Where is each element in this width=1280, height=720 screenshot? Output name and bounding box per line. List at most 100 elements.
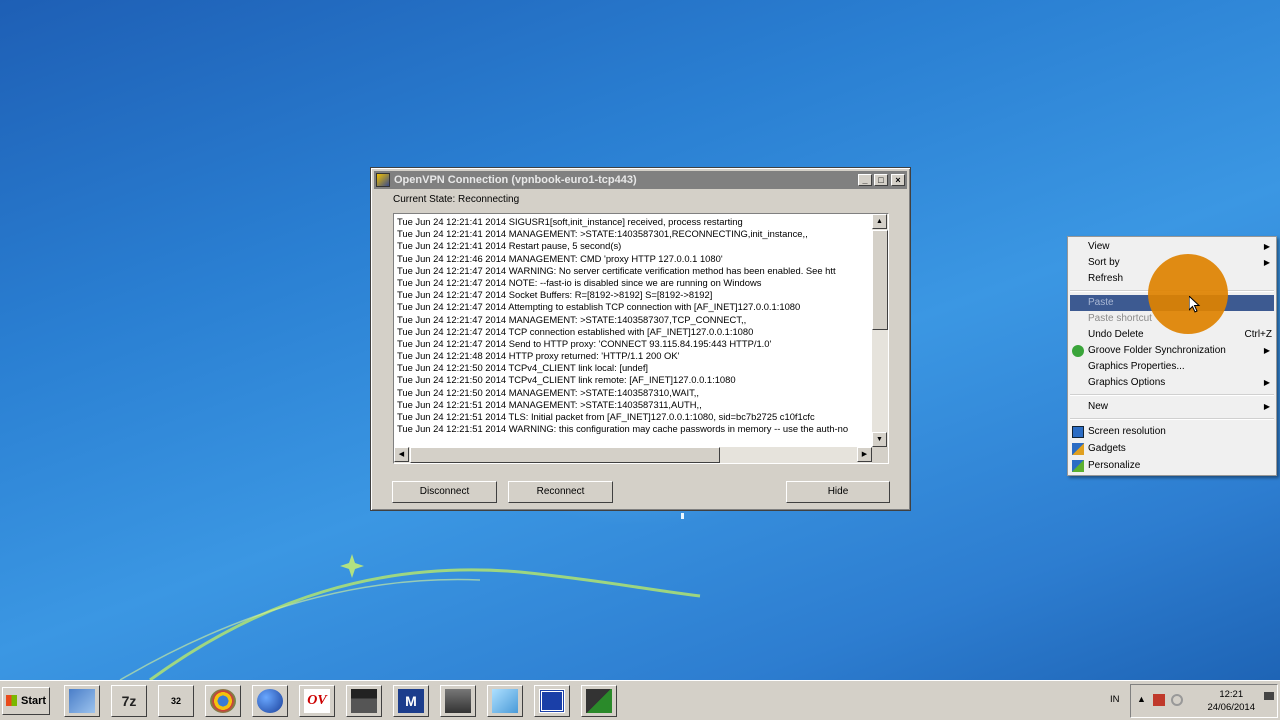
log-line: Tue Jun 24 12:21:50 2014 TCPv4_CLIENT li… [397, 362, 649, 374]
taskbar-button-m-app[interactable]: M [393, 685, 429, 717]
minimize-button[interactable]: _ [858, 174, 872, 186]
scroll-right-button[interactable]: ▶ [857, 447, 872, 462]
taskbar-button-globe[interactable] [252, 685, 288, 717]
taskbar-button-chrome[interactable] [205, 685, 241, 717]
cursor-highlight [1148, 254, 1228, 334]
log-line: Tue Jun 24 12:21:47 2014 NOTE: --fast-io… [397, 276, 762, 288]
log-line: Tue Jun 24 12:21:46 2014 MANAGEMENT: CMD… [397, 252, 723, 264]
horizontal-scrollbar[interactable]: ◀ ▶ [394, 447, 872, 463]
menu-separator [1070, 394, 1274, 396]
window-app-icon [539, 689, 565, 713]
7zip-icon: 7z [116, 689, 142, 713]
scanner-icon [445, 689, 471, 713]
horizontal-scroll-thumb[interactable] [410, 447, 720, 463]
menu-label: Paste [1088, 297, 1114, 308]
tray-sync-icon[interactable] [1171, 694, 1183, 706]
menu-label: Screen resolution [1088, 426, 1166, 437]
window-titlebar[interactable]: OpenVPN Connection (vpnbook-euro1-tcp443… [374, 171, 907, 189]
log-line: Tue Jun 24 12:21:41 2014 SIGUSR1[soft,in… [397, 216, 743, 227]
current-state-label: Current State: Reconnecting [393, 194, 520, 205]
submenu-arrow-icon: ▶ [1263, 402, 1270, 411]
personalize-icon [1072, 460, 1084, 472]
log-line: Tue Jun 24 12:21:47 2014 Socket Buffers:… [397, 289, 713, 301]
scroll-down-button[interactable]: ▼ [872, 432, 887, 447]
reconnect-button[interactable]: Reconnect [508, 481, 613, 503]
menu-item-graphics-properties[interactable]: Graphics Properties... [1070, 359, 1274, 375]
ov-app-icon: OV [304, 689, 330, 713]
log-line: Tue Jun 24 12:21:47 2014 Attempting to e… [397, 301, 801, 313]
groove-icon [1072, 345, 1084, 357]
menu-label: Groove Folder Synchronization [1088, 345, 1226, 356]
hide-button[interactable]: Hide [786, 481, 890, 503]
taskbar-button-network[interactable] [64, 685, 100, 717]
log-lines: Tue Jun 24 12:21:41 2014 SIGUSR1[soft,in… [397, 216, 871, 435]
log-line: Tue Jun 24 12:21:47 2014 TCP connection … [397, 325, 754, 337]
clock-time: 12:21 [1219, 689, 1244, 700]
menu-label: New [1088, 401, 1109, 412]
disconnect-button[interactable]: Disconnect [392, 481, 497, 503]
log-line: Tue Jun 24 12:21:47 2014 MANAGEMENT: >ST… [397, 313, 747, 325]
vertical-scroll-thumb[interactable] [872, 230, 888, 330]
system-tray: ▲ 12:21 24/06/2014 [1130, 684, 1278, 718]
scroll-up-button[interactable]: ▲ [872, 214, 887, 229]
taskbar-button-window-app[interactable] [534, 685, 570, 717]
window-title: OpenVPN Connection (vpnbook-euro1-tcp443… [394, 174, 637, 186]
taskbar-button-network-monitor[interactable] [581, 685, 617, 717]
menu-item-gadgets[interactable]: Gadgets [1070, 441, 1274, 457]
taskbar: Start 7z 32 OV M IN ▲ 12:21 24/06/2014 [0, 680, 1280, 720]
log-line: Tue Jun 24 12:21:48 2014 HTTP proxy retu… [397, 350, 680, 362]
scrollbar-corner [872, 447, 888, 463]
show-desktop-icon[interactable] [1264, 692, 1274, 700]
taskbar-button-scanner[interactable] [440, 685, 476, 717]
clock[interactable]: 12:21 24/06/2014 [1207, 688, 1255, 714]
submenu-arrow-icon: ▶ [1263, 378, 1270, 387]
log-line: Tue Jun 24 12:21:51 2014 TLS: Initial pa… [397, 411, 815, 422]
start-label: Start [21, 695, 47, 707]
clock-date: 24/06/2014 [1207, 702, 1255, 713]
taskbar-button-ov-app[interactable]: OV [299, 685, 335, 717]
maximize-button[interactable]: □ [874, 174, 888, 186]
menu-item-groove-sync[interactable]: Groove Folder Synchronization ▶ [1070, 343, 1274, 359]
m-app-icon: M [398, 689, 424, 713]
monitor-icon [1072, 426, 1084, 438]
menu-item-graphics-options[interactable]: Graphics Options ▶ [1070, 375, 1274, 391]
log-listbox[interactable]: Tue Jun 24 12:21:41 2014 SIGUSR1[soft,in… [393, 213, 889, 464]
submenu-arrow-icon: ▶ [1263, 346, 1270, 355]
submenu-arrow-icon: ▶ [1263, 258, 1270, 267]
clapperboard-icon [351, 689, 377, 713]
submenu-arrow-icon: ▶ [1263, 242, 1270, 251]
chip-32-icon: 32 [163, 689, 189, 713]
menu-item-view[interactable]: View ▶ [1070, 239, 1274, 255]
log-line: Tue Jun 24 12:21:47 2014 Send to HTTP pr… [397, 337, 772, 349]
log-line: Tue Jun 24 12:21:41 2014 Restart pause, … [397, 240, 622, 252]
menu-label: Paste shortcut [1088, 313, 1152, 324]
log-line: Tue Jun 24 12:21:50 2014 MANAGEMENT: >ST… [397, 386, 699, 398]
taskbar-button-chip-32[interactable]: 32 [158, 685, 194, 717]
scroll-left-button[interactable]: ◀ [394, 447, 409, 462]
openvpn-icon [376, 173, 390, 187]
menu-label: Refresh [1088, 273, 1124, 284]
log-line: Tue Jun 24 12:21:51 2014 MANAGEMENT: >ST… [397, 398, 702, 410]
menu-label: Graphics Options [1088, 377, 1166, 388]
taskbar-button-clapperboard[interactable] [346, 685, 382, 717]
vertical-scrollbar[interactable]: ▲ ▼ [872, 214, 888, 447]
mouse-pointer-icon [1189, 296, 1201, 313]
menu-label: Personalize [1088, 460, 1141, 471]
taskbar-button-7zip[interactable]: 7z [111, 685, 147, 717]
menu-separator [1070, 418, 1274, 420]
log-line: Tue Jun 24 12:21:51 2014 WARNING: this c… [397, 423, 849, 435]
network-icon [69, 689, 95, 713]
language-indicator[interactable]: IN [1110, 694, 1120, 705]
menu-label: Gadgets [1088, 443, 1126, 454]
gadgets-icon [1072, 443, 1084, 455]
tray-app-icon[interactable] [1153, 694, 1165, 706]
show-hidden-icons-icon[interactable]: ▲ [1137, 694, 1146, 704]
menu-item-screen-resolution[interactable]: Screen resolution [1070, 424, 1274, 440]
taskbar-button-notepad[interactable] [487, 685, 523, 717]
close-button[interactable]: × [891, 174, 905, 186]
menu-item-personalize[interactable]: Personalize [1070, 458, 1274, 474]
log-line: Tue Jun 24 12:21:47 2014 WARNING: No ser… [397, 264, 836, 276]
notepad-icon [492, 689, 518, 713]
start-button[interactable]: Start [2, 687, 50, 715]
menu-item-new[interactable]: New ▶ [1070, 399, 1274, 415]
